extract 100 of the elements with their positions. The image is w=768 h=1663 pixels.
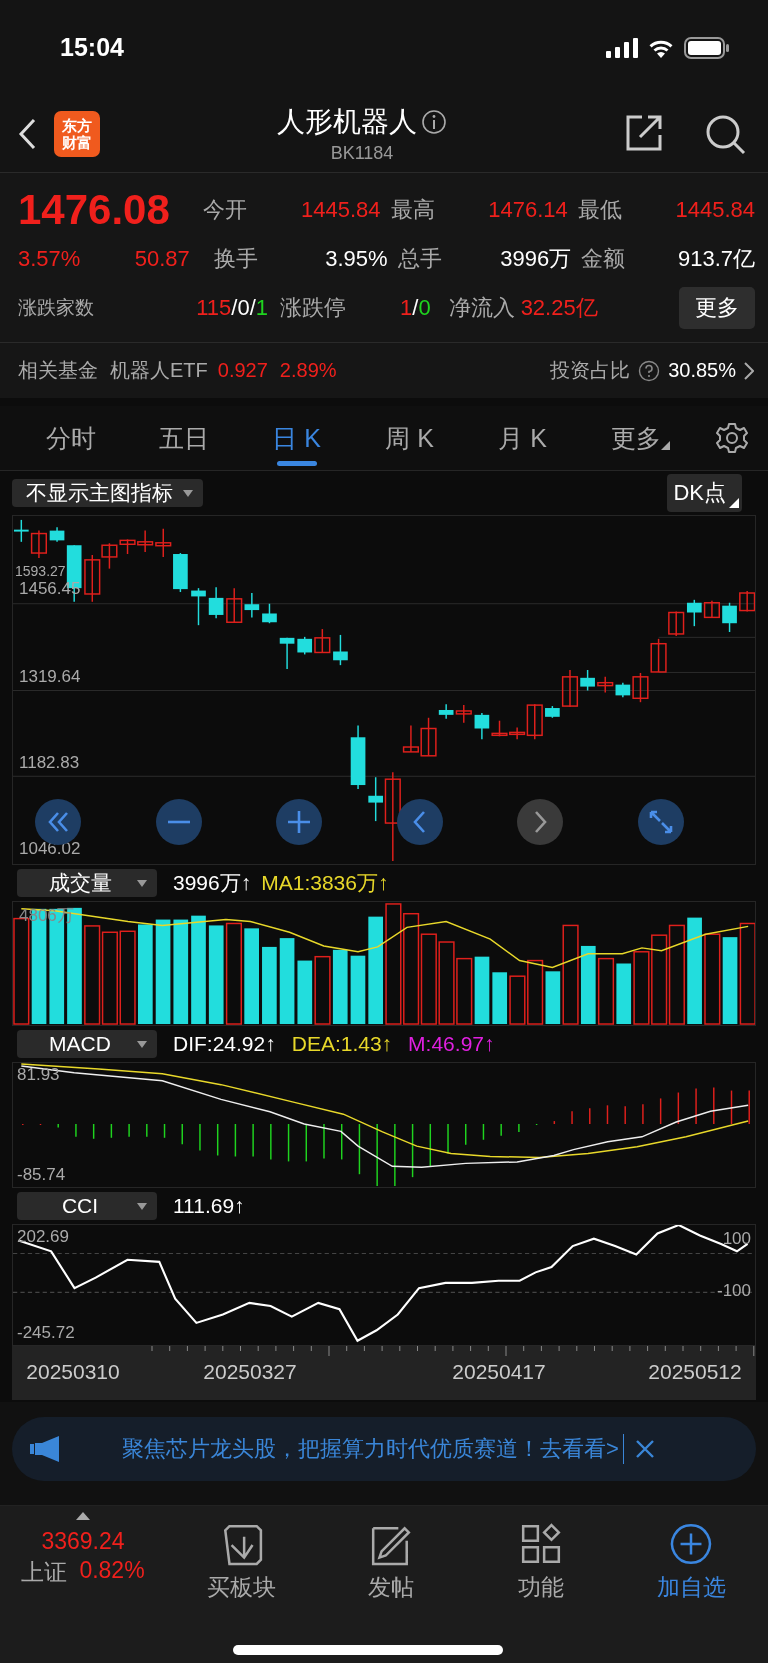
macd-histogram-bar <box>39 1123 42 1126</box>
toolbar-button[interactable]: 买板块 <box>166 1512 316 1603</box>
volume-bar <box>456 957 473 1025</box>
expand-arrows-icon <box>648 810 673 834</box>
chart-period-tab[interactable]: 月 K <box>466 406 579 470</box>
dropdown-caret-icon <box>183 489 193 497</box>
candlestick <box>191 587 206 626</box>
cci-reference-label: -100 <box>716 1281 751 1301</box>
fund-price: 0.927 <box>217 359 268 382</box>
macd-histogram-bar <box>429 1123 432 1168</box>
signal-icon <box>606 37 638 58</box>
volume-indicator-selector[interactable]: 成交量 <box>17 869 157 897</box>
battery-icon <box>684 36 730 59</box>
grid-icon <box>519 1522 563 1566</box>
toolbar-button[interactable]: 功能 <box>466 1512 616 1603</box>
banner-text[interactable]: 聚焦芯片龙头股，把握算力时代优质赛道！去看看> <box>122 1434 619 1464</box>
stat-label: 涨跌家数 <box>18 296 95 320</box>
candlestick <box>244 592 260 619</box>
dk-point-button[interactable]: DK点 <box>667 474 742 512</box>
index-name: 上证 <box>21 1558 68 1587</box>
candlestick <box>333 634 348 666</box>
volume-bar <box>297 960 313 1024</box>
chart-period-tab[interactable]: 日 K <box>240 406 353 470</box>
change-percent: 3.57% <box>18 246 81 272</box>
close-icon[interactable] <box>635 1440 654 1458</box>
stat-label: 最低 <box>577 196 622 224</box>
macd-histogram-bar <box>340 1123 343 1161</box>
macd-histogram-bar <box>163 1123 166 1139</box>
settings-icon[interactable] <box>716 422 748 454</box>
zoom-out-button[interactable] <box>155 799 202 845</box>
macd-indicator-selector[interactable]: MACD <box>17 1030 157 1058</box>
candlestick <box>722 602 737 633</box>
macd-histogram-bar <box>411 1123 414 1178</box>
promo-banner[interactable]: 聚焦芯片龙头股，把握算力时代优质赛道！去看看> <box>12 1417 756 1481</box>
stat-label: 净流入 <box>448 294 515 322</box>
chart-period-tab[interactable]: 五日 <box>127 406 240 470</box>
more-button[interactable]: 更多 <box>679 287 755 329</box>
candlestick <box>262 603 277 624</box>
candlestick <box>226 587 243 623</box>
stat-label: 金额 <box>581 245 626 273</box>
macd-histogram-bar <box>677 1091 680 1125</box>
scroll-left-button[interactable] <box>396 799 443 845</box>
candlestick <box>208 586 224 620</box>
candlestick <box>739 590 755 613</box>
chart-period-tab[interactable]: 更多 <box>579 406 692 470</box>
chevron-right-icon[interactable] <box>744 361 754 380</box>
date-axis-label: 20250512 <box>648 1360 742 1384</box>
price-axis-label: 1593.27 <box>15 563 66 579</box>
scroll-right-button[interactable] <box>517 799 563 845</box>
plus-icon <box>287 810 311 834</box>
zoom-in-button[interactable] <box>276 799 322 845</box>
dropdown-corner-icon <box>729 498 739 508</box>
macd-histogram-bar <box>553 1120 556 1125</box>
price-axis-label: 1319.64 <box>19 666 81 687</box>
megaphone-icon <box>30 1435 62 1463</box>
macd-histogram-bar <box>358 1123 361 1175</box>
stat-value: 913.7亿 <box>677 245 755 273</box>
back-icon[interactable] <box>18 117 36 150</box>
fund-name[interactable]: 机器人ETF <box>110 357 208 384</box>
fullscreen-button[interactable] <box>637 799 684 845</box>
toolbar-button[interactable]: 加自选 <box>616 1512 766 1603</box>
index-quote[interactable]: 3369.24 上证 0.82% <box>0 1512 166 1603</box>
date-axis-label: 20250417 <box>452 1360 546 1384</box>
volume-bar <box>314 955 331 1025</box>
candlestick <box>279 637 295 670</box>
stat-label: 今开 <box>203 196 248 224</box>
candlestick <box>650 638 667 673</box>
macd-axis-label: 81.93 <box>17 1065 60 1085</box>
sector-code: BK1184 <box>330 143 394 164</box>
macd-histogram-bar <box>287 1123 290 1163</box>
chevron-right-icon <box>533 810 547 834</box>
volume-bar <box>350 955 366 1024</box>
limit-value: 1/0 <box>400 295 431 321</box>
macd-m-value: M:46.97↑ <box>408 1032 495 1056</box>
volume-value: 3996万↑ <box>173 870 252 896</box>
price-axis-label: 1046.02 <box>19 839 81 860</box>
candlestick <box>597 676 614 694</box>
change-amount: 50.87 <box>134 246 190 272</box>
toolbar-button[interactable]: 发帖 <box>316 1512 466 1603</box>
cci-axis-label: -245.72 <box>17 1323 75 1343</box>
candlestick <box>30 529 47 559</box>
candlestick <box>155 527 172 558</box>
volume-bar <box>509 975 526 1025</box>
help-icon[interactable] <box>638 359 661 382</box>
macd-histogram-bar <box>659 1097 662 1125</box>
expand-caret-icon <box>76 1512 90 1520</box>
indicator-selector[interactable]: 不显示主图指标 <box>12 479 203 507</box>
breadth-value: 115/0/1 <box>196 295 268 321</box>
index-value: 3369.24 <box>41 1528 125 1555</box>
price-axis-label: 1182.83 <box>19 753 80 774</box>
candlestick <box>173 552 188 593</box>
chart-period-tab[interactable]: 分时 <box>14 406 127 470</box>
chart-period-tab[interactable]: 周 K <box>353 406 466 470</box>
volume-bar <box>492 972 508 1024</box>
date-axis-label: 20250310 <box>26 1360 120 1384</box>
dropdown-caret-icon <box>137 879 147 887</box>
volume-ma-value: MA1:3836万↑ <box>261 870 389 896</box>
info-icon[interactable] <box>421 109 447 135</box>
cci-indicator-selector[interactable]: CCI <box>17 1192 157 1220</box>
volume-bar <box>597 957 615 1025</box>
